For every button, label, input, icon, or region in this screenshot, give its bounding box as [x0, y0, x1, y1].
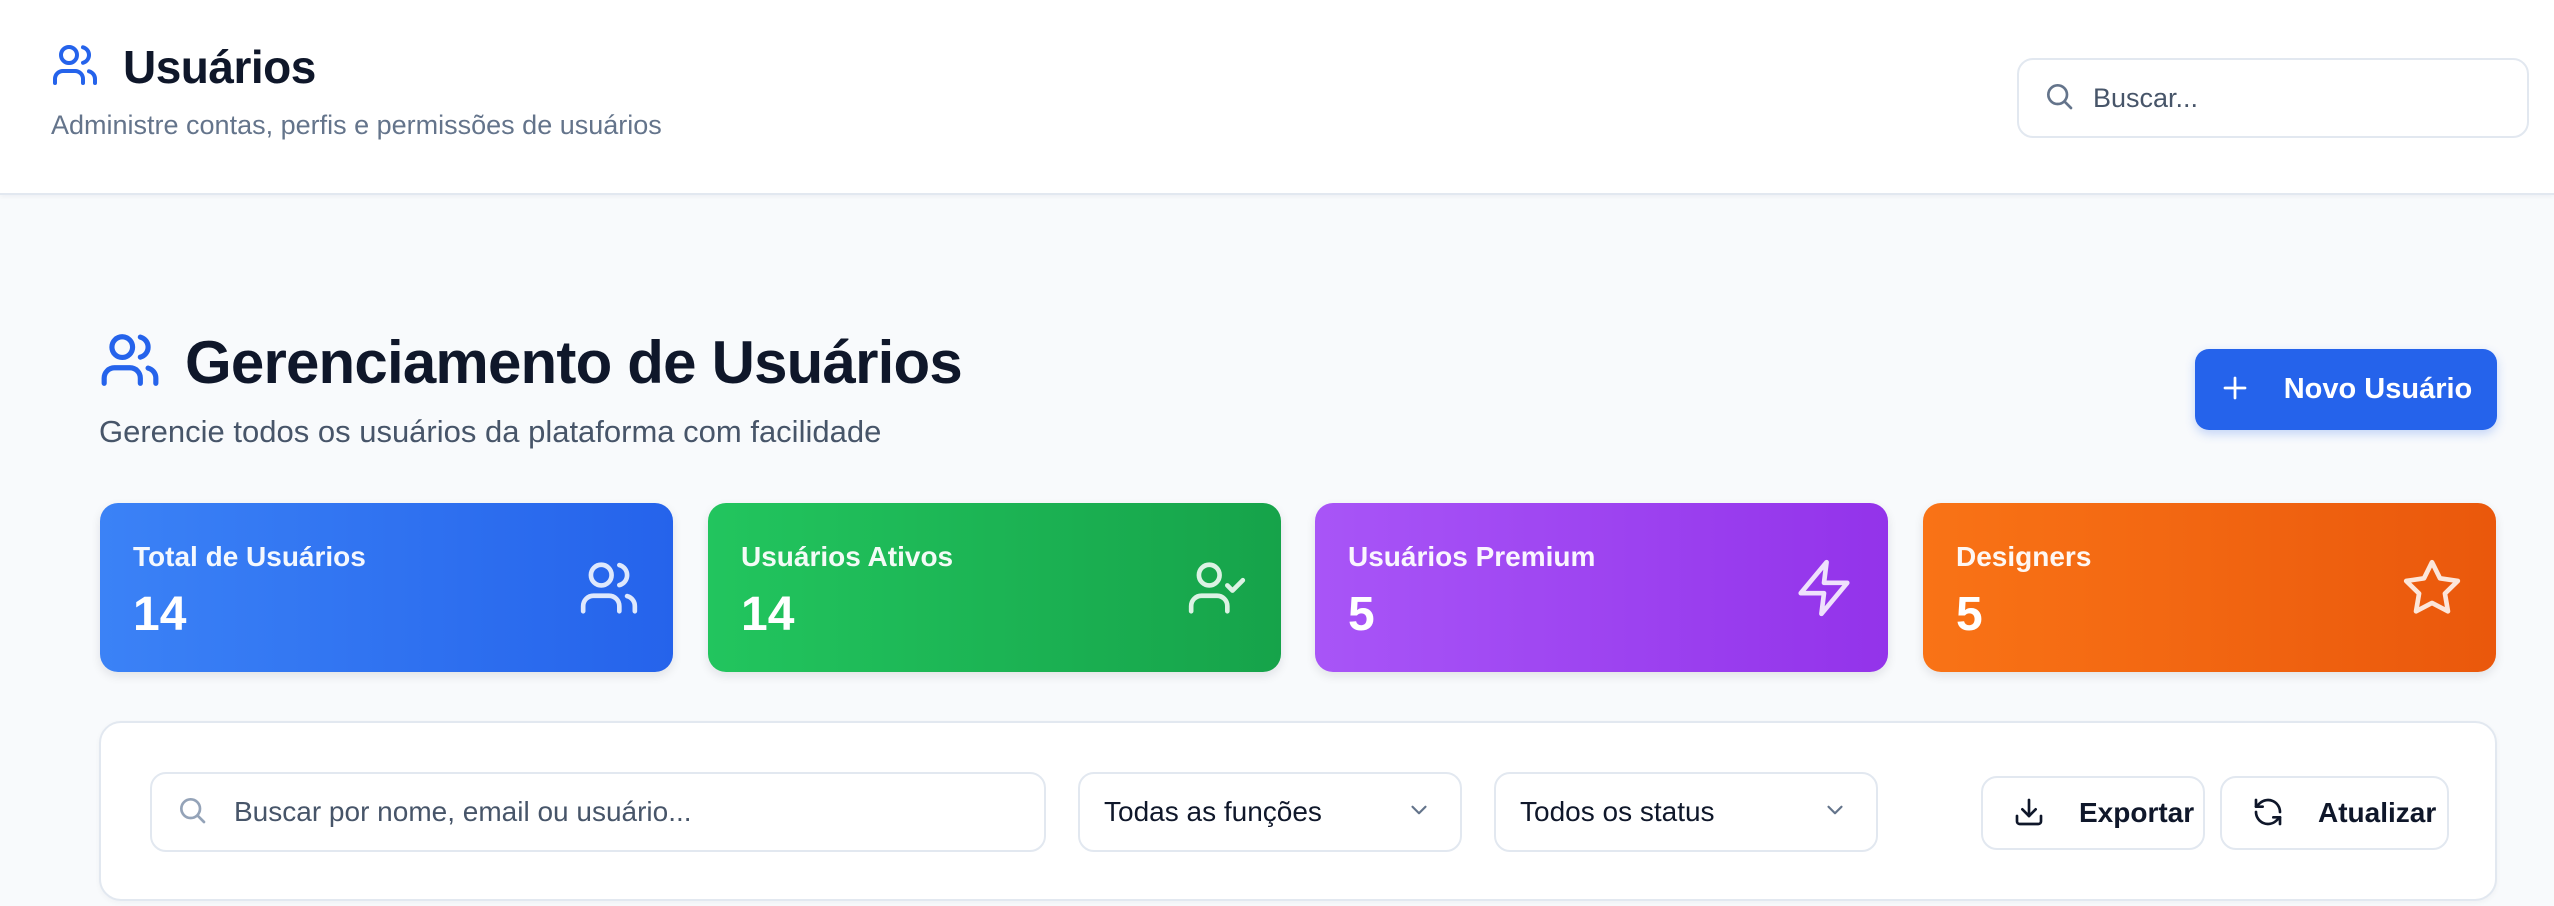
search-icon: [2043, 80, 2075, 117]
user-search[interactable]: [150, 772, 1046, 852]
users-icon: [99, 329, 161, 396]
export-button[interactable]: Exportar: [1981, 776, 2205, 850]
stat-card-total-users: Total de Usuários 14: [100, 503, 673, 672]
refresh-icon: [2252, 796, 2284, 831]
stat-value: 14: [133, 588, 187, 641]
new-user-label: Novo Usuário: [2283, 373, 2473, 405]
stat-value: 5: [1956, 588, 1983, 641]
stat-label: Usuários Ativos: [741, 541, 954, 572]
stat-card-premium-users: Usuários Premium 5: [1315, 503, 1888, 672]
page-heading: Gerenciamento de Usuários: [99, 328, 963, 397]
role-filter-select[interactable]: Todas as funções: [1078, 772, 1462, 852]
header-search-input[interactable]: [2093, 82, 2493, 114]
chevron-down-icon: [1406, 797, 1432, 828]
new-user-button[interactable]: Novo Usuário: [2195, 349, 2497, 430]
app-title: Usuários: [123, 41, 316, 93]
refresh-button[interactable]: Atualizar: [2220, 776, 2449, 850]
filter-panel: Todas as funções Todos os status Exporta…: [99, 721, 2497, 901]
zap-icon: [1798, 559, 1850, 617]
stat-label: Designers: [1956, 541, 2092, 572]
status-filter-value: Todos os status: [1520, 796, 1715, 827]
star-icon: [2403, 559, 2461, 614]
page-title: Gerenciamento de Usuários: [185, 329, 963, 396]
chevron-down-icon: [1822, 797, 1848, 828]
users-icon: [51, 41, 99, 94]
search-icon: [176, 794, 208, 831]
user-search-input[interactable]: [234, 796, 1014, 828]
app-subtitle: Administre contas, perfis e permissões d…: [51, 110, 662, 140]
refresh-label: Atualizar: [2318, 797, 2437, 828]
header-title-row: Usuários: [51, 40, 316, 94]
header-search[interactable]: [2017, 58, 2529, 138]
page-subtitle: Gerencie todos os usuários da plataforma…: [99, 414, 882, 449]
stat-card-designers: Designers 5: [1923, 503, 2496, 672]
plus-icon: [2220, 373, 2250, 406]
stat-value: 5: [1348, 588, 1375, 641]
stat-card-active-users: Usuários Ativos 14: [708, 503, 1281, 672]
export-label: Exportar: [2079, 797, 2195, 828]
users-icon: [580, 562, 638, 614]
role-filter-value: Todas as funções: [1104, 796, 1322, 827]
stat-label: Total de Usuários: [133, 541, 366, 572]
download-icon: [2013, 796, 2045, 831]
stat-value: 14: [741, 588, 795, 641]
top-header: Usuários Administre contas, perfis e per…: [0, 0, 2554, 195]
user-check-icon: [1188, 562, 1246, 614]
status-filter-select[interactable]: Todos os status: [1494, 772, 1878, 852]
stat-label: Usuários Premium: [1348, 541, 1596, 572]
